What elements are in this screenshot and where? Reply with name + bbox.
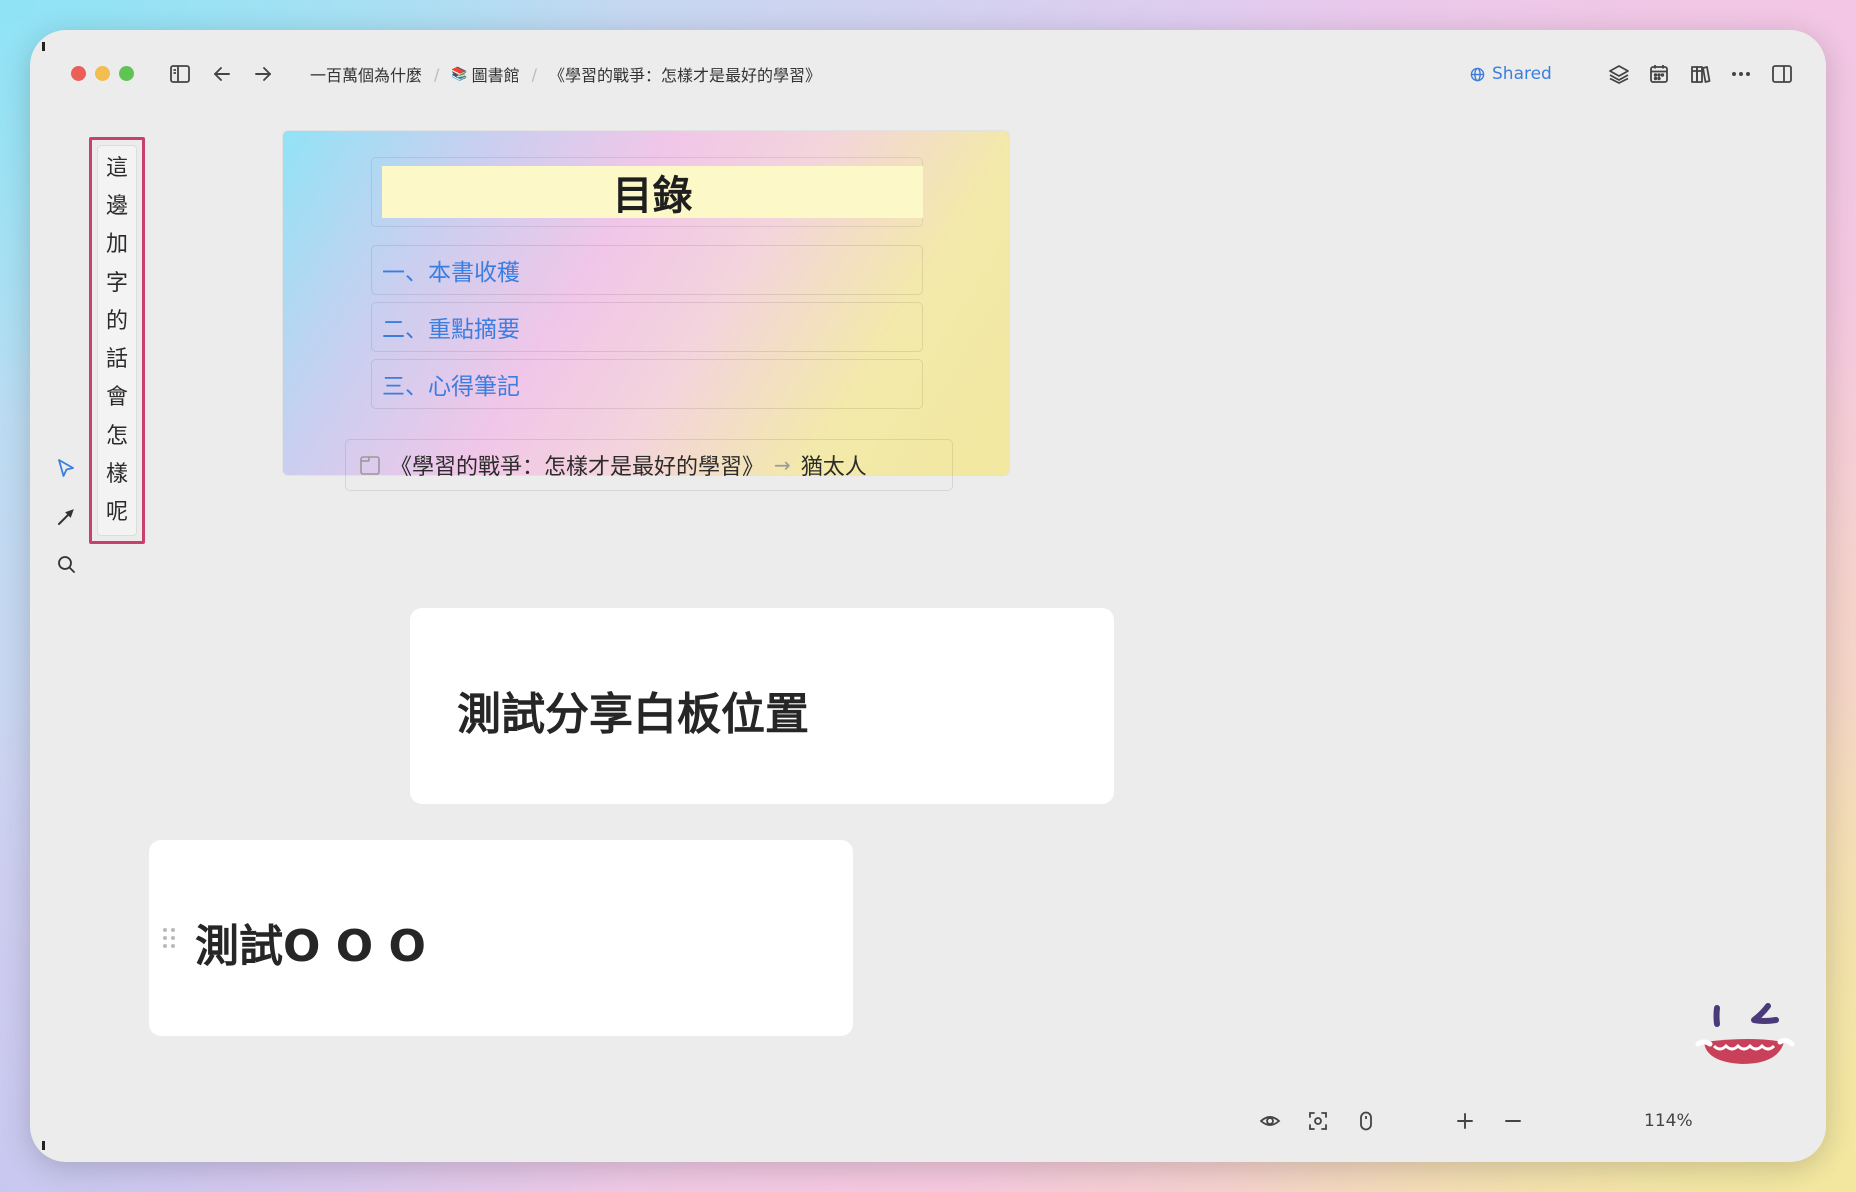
breadcrumb-separator: / (434, 64, 440, 84)
zoom-level[interactable]: 114% (1644, 1108, 1693, 1134)
drag-handle-icon[interactable] (163, 928, 175, 948)
globe-icon (1470, 67, 1485, 81)
arrow-tool-icon[interactable] (54, 505, 78, 529)
shared-button[interactable]: Shared (1470, 61, 1552, 87)
library-icon[interactable] (1686, 60, 1714, 88)
note-title: 測試O O O (195, 921, 426, 972)
corner-mark (42, 1141, 45, 1150)
vertical-char: 會 (105, 385, 128, 411)
calendar-icon[interactable] (1645, 60, 1673, 88)
zoom-out-icon[interactable] (1500, 1108, 1526, 1134)
forward-arrow-icon[interactable] (249, 60, 277, 88)
table-of-contents-card[interactable]: 目錄 一、本書收穫 二、重點摘要 三、心得筆記 《學習的戰爭：怎樣才是最好的學習… (282, 130, 1010, 491)
toc-item-link[interactable]: 二、重點摘要 (371, 302, 923, 352)
vertical-char: 邊 (105, 194, 128, 220)
shared-label: Shared (1492, 64, 1552, 84)
vertical-char: 怎 (105, 423, 128, 449)
pointer-icon[interactable] (54, 456, 78, 480)
vertical-char: 這 (105, 156, 128, 181)
toc-title-block[interactable]: 目錄 (371, 157, 923, 227)
corner-mark (42, 42, 45, 51)
layers-icon[interactable] (1605, 60, 1633, 88)
breadcrumb-item[interactable]: 圖書館 (472, 62, 520, 86)
vertical-char: 加 (105, 232, 128, 258)
sidebar-toggle-icon[interactable] (166, 60, 194, 88)
close-window-button[interactable] (71, 66, 86, 81)
page-link-title: 《學習的戰爭：怎樣才是最好的學習》 (390, 455, 765, 480)
vertical-char: 的 (105, 308, 128, 334)
toc-item-link[interactable]: 三、心得筆記 (371, 359, 923, 409)
vertical-char: 呢 (105, 499, 128, 525)
focus-icon[interactable] (1305, 1108, 1331, 1134)
right-panel-icon[interactable] (1768, 60, 1796, 88)
breadcrumb-item[interactable]: 一百萬個為什麼 (310, 62, 422, 86)
note-card[interactable]: 測試分享白板位置 (410, 608, 1114, 804)
back-arrow-icon[interactable] (208, 60, 236, 88)
page-link-target: 猶太人 (800, 455, 867, 480)
more-icon[interactable] (1727, 60, 1755, 88)
toc-title: 目錄 (382, 166, 923, 219)
books-emoji-icon: 📚 (451, 66, 468, 82)
link-arrow-icon: → (774, 453, 791, 477)
note-card[interactable]: 測試O O O (149, 840, 853, 1036)
breadcrumb: 一百萬個為什麼 / 📚 圖書館 / 《學習的戰爭：怎樣才是最好的學習》 (310, 61, 821, 87)
app-window: 一百萬個為什麼 / 📚 圖書館 / 《學習的戰爭：怎樣才是最好的學習》 Shar… (30, 30, 1826, 1162)
eye-icon[interactable] (1257, 1108, 1283, 1134)
zoom-in-icon[interactable] (1452, 1108, 1478, 1134)
breadcrumb-item-current[interactable]: 《學習的戰爭：怎樣才是最好的學習》 (549, 62, 821, 86)
toc-item-link[interactable]: 一、本書收穫 (371, 245, 923, 295)
minimize-window-button[interactable] (95, 66, 110, 81)
mascot-face-icon[interactable] (1690, 998, 1810, 1094)
search-icon[interactable] (54, 552, 78, 576)
vertical-char: 樣 (105, 461, 128, 487)
note-title: 測試分享白板位置 (457, 689, 809, 740)
page-link-block[interactable]: 《學習的戰爭：怎樣才是最好的學習》 → 猶太人 (345, 439, 953, 491)
mouse-icon[interactable] (1353, 1108, 1379, 1134)
maximize-window-button[interactable] (119, 66, 134, 81)
vertical-char: 話 (105, 347, 128, 373)
vertical-char: 字 (105, 270, 128, 296)
page-icon (360, 456, 380, 475)
breadcrumb-separator: / (531, 64, 537, 84)
vertical-text-block[interactable]: 這 邊 加 字 的 話 會 怎 樣 呢 (97, 145, 137, 536)
